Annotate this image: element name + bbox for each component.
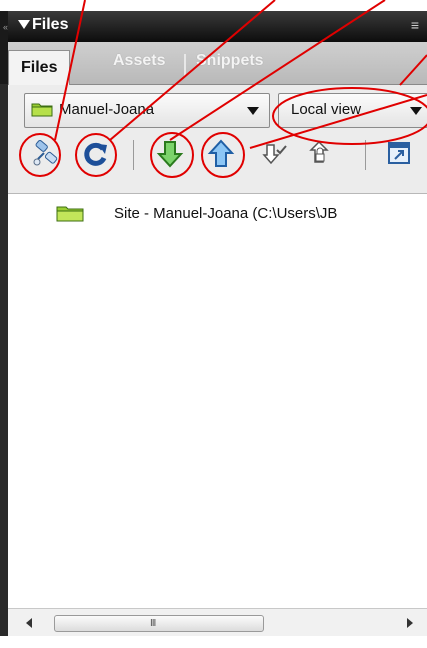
folder-icon <box>31 103 53 117</box>
panel-left-edge-lower <box>0 84 8 636</box>
collapse-icon[interactable]: « <box>3 22 8 32</box>
toolbar-separator <box>133 140 134 170</box>
scroll-right-arrow-icon[interactable] <box>407 618 413 628</box>
options-menu-icon[interactable]: ≡ <box>411 17 419 33</box>
list-item[interactable]: Site - Manuel-Joana (C:\Users\JB <box>8 200 427 226</box>
site-root-label: Site - Manuel-Joana (C:\Users\JB <box>114 205 338 222</box>
expand-view-icon[interactable] <box>383 137 417 171</box>
chevron-down-icon <box>410 107 422 115</box>
panel-title: Files <box>32 16 69 33</box>
files-toolbar: Manuel-Joana Local view <box>8 85 427 193</box>
get-files-icon[interactable] <box>153 137 187 171</box>
tab-bar: Files Assets Snippets <box>8 42 427 87</box>
tab-snippets[interactable]: Snippets <box>196 52 264 70</box>
files-panel: Files ≡ « Files Assets Snippets Manuel-J… <box>0 0 427 648</box>
file-list: Site - Manuel-Joana (C:\Users\JB <box>8 193 427 609</box>
tab-files[interactable]: Files <box>8 50 71 87</box>
refresh-icon[interactable] <box>79 137 113 171</box>
toolbar-separator <box>365 140 366 170</box>
check-in-icon[interactable] <box>303 137 337 171</box>
horizontal-scrollbar[interactable]: III <box>8 608 427 637</box>
panel-title-bar[interactable]: Files ≡ <box>8 11 427 42</box>
tab-assets[interactable]: Assets <box>113 52 165 70</box>
scroll-left-arrow-icon[interactable] <box>26 618 32 628</box>
chevron-down-icon <box>247 107 259 115</box>
put-files-icon[interactable] <box>204 137 238 171</box>
site-select-value: Manuel-Joana <box>59 101 155 118</box>
view-select[interactable]: Local view <box>278 93 427 128</box>
expand-triangle-icon[interactable] <box>18 20 30 29</box>
scrollbar-grip: III <box>150 618 156 629</box>
check-out-icon[interactable] <box>258 137 292 171</box>
site-select[interactable]: Manuel-Joana <box>24 93 270 128</box>
panel-bottom-edge <box>0 636 427 648</box>
view-select-value: Local view <box>291 101 362 118</box>
scrollbar-thumb[interactable]: III <box>54 615 264 632</box>
tab-divider <box>184 54 186 76</box>
connect-icon[interactable] <box>30 137 64 171</box>
folder-icon <box>56 206 84 222</box>
